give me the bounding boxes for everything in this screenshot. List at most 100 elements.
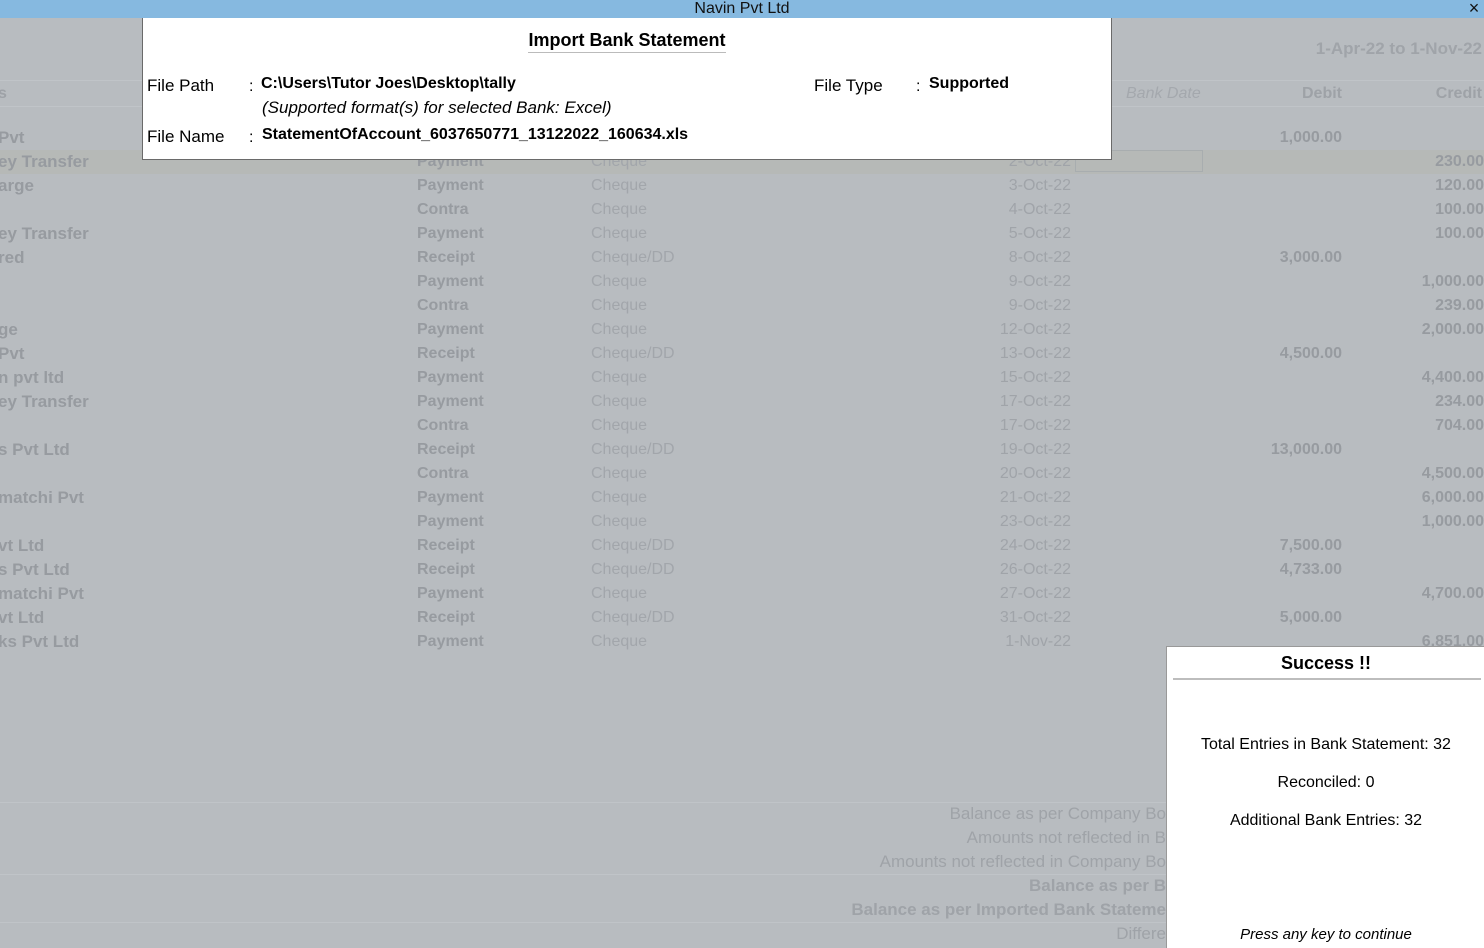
date-cell: 8-Oct-22 (1008, 249, 1071, 266)
credit-cell: 230.00 (1435, 153, 1484, 170)
column-header-credit: Credit (1435, 85, 1482, 102)
voucher-type-cell: Contra (417, 465, 469, 482)
date-cell: 21-Oct-22 (999, 489, 1071, 506)
column-header-debit: Debit (1302, 85, 1342, 102)
debit-cell: 13,000.00 (1270, 441, 1342, 458)
summary-label: Balance as per Imported Bank Stateme (851, 900, 1166, 919)
table-row[interactable]: matchi Pvt Payment Cheque 21-Oct-22 6,000.00 (0, 486, 1484, 510)
instrument-cell: Cheque (591, 201, 648, 218)
window-title: Navin Pvt Ltd (694, 0, 790, 17)
particulars-cell: Pvt (0, 128, 25, 147)
file-type-label: File Type (814, 76, 883, 95)
credit-cell: 4,700.00 (1421, 585, 1484, 602)
summary-label: Balance as per Company Bo (949, 804, 1166, 823)
colon: : (249, 78, 254, 95)
voucher-type-cell: Payment (417, 273, 484, 290)
debit-cell: 5,000.00 (1279, 609, 1342, 626)
table-row[interactable]: Payment Cheque 9-Oct-22 1,000.00 (0, 270, 1484, 294)
total-entries-text: Total Entries in Bank Statement: 32 (1201, 736, 1451, 753)
table-row[interactable]: s Pvt Ltd Receipt Cheque/DD 26-Oct-22 4,733.… (0, 558, 1484, 582)
date-cell: 1-Nov-22 (1005, 633, 1071, 650)
table-row[interactable]: ey Transfer Payment Cheque 5-Oct-22 100.00 (0, 222, 1484, 246)
instrument-cell: Cheque (591, 393, 648, 410)
date-cell: 4-Oct-22 (1008, 201, 1071, 218)
summary-label: Differe (1116, 924, 1166, 943)
date-cell: 23-Oct-22 (999, 513, 1071, 530)
summary-label: Amounts not reflected in Company Bo (879, 852, 1166, 871)
instrument-cell: Cheque (591, 297, 648, 314)
colon: : (916, 78, 921, 95)
particulars-cell: s Pvt Ltd (0, 560, 70, 579)
voucher-type-cell: Payment (417, 369, 484, 386)
voucher-type-cell: Payment (417, 489, 484, 506)
voucher-type-cell: Payment (417, 177, 484, 194)
table-row[interactable]: Contra Cheque 4-Oct-22 100.00 (0, 198, 1484, 222)
table-row[interactable]: arge Payment Cheque 3-Oct-22 120.00 (0, 174, 1484, 198)
voucher-type-cell: Payment (417, 321, 484, 338)
voucher-type-cell: Receipt (417, 249, 475, 266)
particulars-cell: Pvt (0, 344, 25, 363)
voucher-type-cell: Receipt (417, 561, 475, 578)
table-row[interactable]: Contra Cheque 9-Oct-22 239.00 (0, 294, 1484, 318)
date-cell: 19-Oct-22 (999, 441, 1071, 458)
voucher-type-cell: Contra (417, 201, 469, 218)
date-cell: 9-Oct-22 (1008, 273, 1071, 290)
particulars-cell: ey Transfer (0, 224, 89, 243)
particulars-cell: n pvt ltd (0, 368, 65, 387)
table-row[interactable]: s Pvt Ltd Receipt Cheque/DD 19-Oct-22 13,000… (0, 438, 1484, 462)
date-cell: 12-Oct-22 (999, 321, 1071, 338)
credit-cell: 704.00 (1435, 417, 1484, 434)
table-row[interactable]: red Receipt Cheque/DD 8-Oct-22 3,000.00 (0, 246, 1484, 270)
particulars-cell: matchi Pvt (0, 488, 84, 507)
instrument-cell: Cheque (591, 273, 648, 290)
table-row[interactable]: ge Payment Cheque 12-Oct-22 2,000.00 (0, 318, 1484, 342)
table-row[interactable]: n pvt ltd Payment Cheque 15-Oct-22 4,400.00 (0, 366, 1484, 390)
dialog-title: Import Bank Statement (528, 30, 726, 53)
credit-cell: 100.00 (1435, 225, 1484, 242)
table-row[interactable]: Contra Cheque 20-Oct-22 4,500.00 (0, 462, 1484, 486)
credit-cell: 239.00 (1435, 297, 1484, 314)
voucher-type-cell: Payment (417, 393, 484, 410)
instrument-cell: Cheque/DD (591, 561, 675, 578)
date-cell: 5-Oct-22 (1008, 225, 1071, 242)
table-row[interactable]: Pvt Receipt Cheque/DD 13-Oct-22 4,500.00 (0, 342, 1484, 366)
particulars-cell: s Pvt Ltd (0, 440, 70, 459)
date-cell: 17-Oct-22 (999, 417, 1071, 434)
instrument-cell: Cheque (591, 633, 648, 650)
instrument-cell: Cheque/DD (591, 441, 675, 458)
particulars-cell: red (0, 248, 25, 267)
table-row[interactable]: matchi Pvt Payment Cheque 27-Oct-22 4,700.00 (0, 582, 1484, 606)
voucher-type-cell: Contra (417, 297, 469, 314)
instrument-cell: Cheque (591, 465, 648, 482)
debit-cell: 1,000.00 (1279, 129, 1342, 146)
table-row[interactable]: vt Ltd Receipt Cheque/DD 31-Oct-22 5,000.00 (0, 606, 1484, 630)
date-cell: 20-Oct-22 (999, 465, 1071, 482)
file-name-label: File Name (147, 127, 225, 146)
file-path-label: File Path (147, 76, 215, 95)
success-title: Success !! (1280, 653, 1372, 673)
debit-cell: 4,733.00 (1279, 561, 1342, 578)
table-row[interactable]: vt Ltd Receipt Cheque/DD 24-Oct-22 7,500.00 (0, 534, 1484, 558)
table-row[interactable]: ey Transfer Payment Cheque 17-Oct-22 234.00 (0, 390, 1484, 414)
close-icon[interactable]: × (1464, 0, 1484, 17)
date-cell: 24-Oct-22 (999, 537, 1071, 554)
date-cell: 26-Oct-22 (999, 561, 1071, 578)
table-row[interactable]: Contra Cheque 17-Oct-22 704.00 (0, 414, 1484, 438)
instrument-cell: Cheque (591, 369, 648, 386)
file-name-value[interactable]: StatementOfAccount_6037650771_13122022_1… (262, 126, 688, 144)
instrument-cell: Cheque (591, 177, 648, 194)
particulars-cell: ey Transfer (0, 152, 89, 171)
file-type-value: Supported (929, 75, 1009, 92)
debit-cell: 7,500.00 (1279, 537, 1342, 554)
credit-cell: 1,000.00 (1421, 513, 1484, 530)
file-path-value[interactable]: C:\Users\Tutor Joes\Desktop\tally (261, 75, 516, 93)
instrument-cell: Cheque/DD (591, 609, 675, 626)
debit-cell: 3,000.00 (1279, 249, 1342, 266)
voucher-type-cell: Receipt (417, 441, 475, 458)
success-divider (1173, 678, 1481, 680)
additional-entries-text: Additional Bank Entries: 32 (1229, 812, 1423, 829)
date-cell: 31-Oct-22 (999, 609, 1071, 626)
table-row[interactable]: Payment Cheque 23-Oct-22 1,000.00 (0, 510, 1484, 534)
particulars-cell: ey Transfer (0, 392, 89, 411)
particulars-cell: matchi Pvt (0, 584, 84, 603)
